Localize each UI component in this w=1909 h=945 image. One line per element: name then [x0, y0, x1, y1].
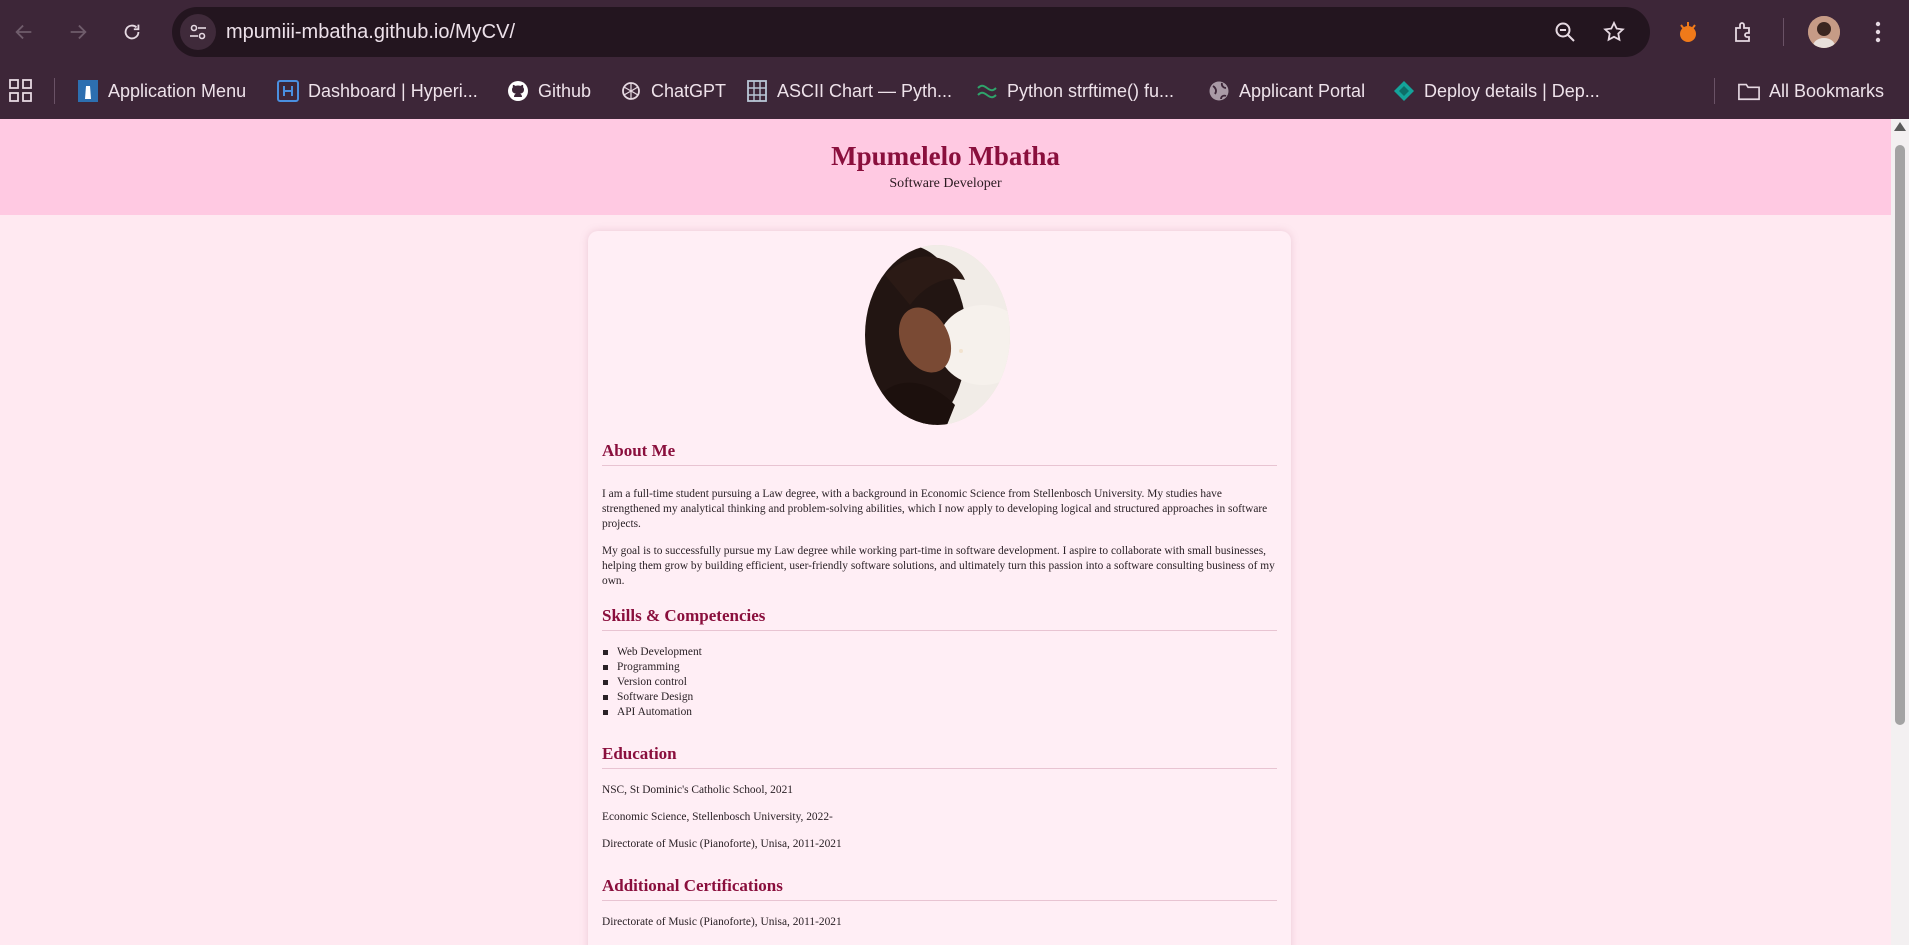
- globe-icon: [1208, 80, 1230, 102]
- url-text[interactable]: mpumiii-mbatha.github.io/MyCV/: [226, 7, 515, 57]
- page-scrollbar[interactable]: [1891, 119, 1909, 945]
- list-item: Software Design: [602, 690, 902, 705]
- bookmark-label: Python strftime() fu...: [1007, 80, 1175, 101]
- python-icon: [976, 80, 998, 102]
- scrollbar-thumb[interactable]: [1895, 145, 1905, 725]
- ascii-chart-icon: [746, 80, 768, 102]
- forward-button[interactable]: [59, 13, 97, 51]
- address-bar[interactable]: mpumiii-mbatha.github.io/MyCV/: [172, 7, 1650, 57]
- bookmark-star-icon[interactable]: [1601, 19, 1627, 45]
- bookmark-label: Deploy details | Dep...: [1424, 80, 1600, 101]
- toolbar-divider: [1783, 18, 1784, 46]
- bookmark-label: ChatGPT: [651, 80, 727, 101]
- all-bookmarks-label: All Bookmarks: [1769, 80, 1885, 101]
- zoom-icon[interactable]: [1552, 19, 1578, 45]
- apps-grid-icon[interactable]: [8, 78, 34, 104]
- all-bookmarks-button[interactable]: All Bookmarks: [1738, 76, 1884, 106]
- scroll-up-arrow-icon[interactable]: [1894, 122, 1906, 131]
- profile-avatar[interactable]: [1808, 16, 1840, 48]
- skills-list: Web Development Programming Version cont…: [602, 645, 902, 720]
- bookmarks-bar: Application Menu Dashboard | Hyperi... G…: [0, 64, 1909, 119]
- extensions-puzzle-icon[interactable]: [1728, 16, 1760, 48]
- list-item: Programming: [602, 660, 902, 675]
- folder-icon: [1738, 80, 1760, 102]
- bookmarks-divider: [54, 78, 55, 104]
- reload-button[interactable]: [113, 13, 151, 51]
- page-subtitle: Software Developer: [889, 176, 1002, 191]
- bookmark-label: Application Menu: [108, 80, 247, 101]
- education-item: Economic Science, Stellenbosch Universit…: [602, 811, 833, 823]
- bookmark-ascii-chart[interactable]: ASCII Chart — Pyth...: [746, 76, 952, 106]
- certifications-heading: Additional Certifications: [602, 876, 1277, 901]
- arrow-left-icon: [15, 24, 32, 40]
- about-paragraph: My goal is to successfully pursue my Law…: [602, 545, 1275, 587]
- chatgpt-icon: [620, 80, 642, 102]
- extension-icon[interactable]: [1672, 16, 1704, 48]
- certification-item: Directorate of Music (Pianoforte), Unisa…: [602, 916, 842, 928]
- list-item: Web Development: [602, 645, 902, 660]
- bookmark-application-menu[interactable]: Application Menu: [77, 76, 246, 106]
- skills-heading: Skills & Competencies: [602, 606, 1277, 631]
- deploy-icon: [1393, 80, 1415, 102]
- bookmark-chatgpt[interactable]: ChatGPT: [620, 76, 726, 106]
- github-icon: [507, 80, 529, 102]
- education-item: Directorate of Music (Pianoforte), Unisa…: [602, 838, 842, 850]
- bookmark-label: Applicant Portal: [1239, 80, 1366, 101]
- site-header: Mpumelelo Mbatha Software Developer: [0, 119, 1891, 215]
- bookmark-applicant-portal[interactable]: Applicant Portal: [1208, 76, 1365, 106]
- list-item: API Automation: [602, 705, 902, 720]
- menu-kebab-icon[interactable]: [1862, 16, 1894, 48]
- about-paragraph: I am a full-time student pursuing a Law …: [602, 488, 1268, 530]
- education-heading: Education: [602, 744, 1277, 769]
- bookmarks-divider: [1714, 78, 1715, 104]
- cv-card: About Me I am a full-time student pursui…: [588, 231, 1291, 945]
- page-viewport: Mpumelelo Mbatha Software Developer Abou…: [0, 119, 1891, 945]
- bookmark-python-strftime[interactable]: Python strftime() fu...: [976, 76, 1174, 106]
- lighthouse-icon: [77, 80, 99, 102]
- bookmark-deploy-details[interactable]: Deploy details | Dep...: [1393, 76, 1600, 106]
- page-title: Mpumelelo Mbatha: [831, 141, 1060, 171]
- arrow-right-icon: [70, 24, 87, 40]
- list-item: Version control: [602, 675, 902, 690]
- back-button[interactable]: [5, 13, 43, 51]
- about-heading: About Me: [602, 441, 1277, 466]
- bookmark-github[interactable]: Github: [507, 76, 591, 106]
- reload-icon: [124, 24, 140, 40]
- hyperion-icon: [277, 80, 299, 102]
- education-item: NSC, St Dominic's Catholic School, 2021: [602, 784, 793, 796]
- bookmark-dashboard-hyperion[interactable]: Dashboard | Hyperi...: [277, 76, 478, 106]
- bookmark-label: Github: [538, 80, 592, 101]
- browser-toolbar: mpumiii-mbatha.github.io/MyCV/: [0, 0, 1909, 64]
- profile-photo: [865, 245, 1010, 425]
- site-info-icon[interactable]: [180, 14, 216, 50]
- bookmark-label: Dashboard | Hyperi...: [308, 80, 478, 101]
- bookmark-label: ASCII Chart — Pyth...: [777, 80, 953, 101]
